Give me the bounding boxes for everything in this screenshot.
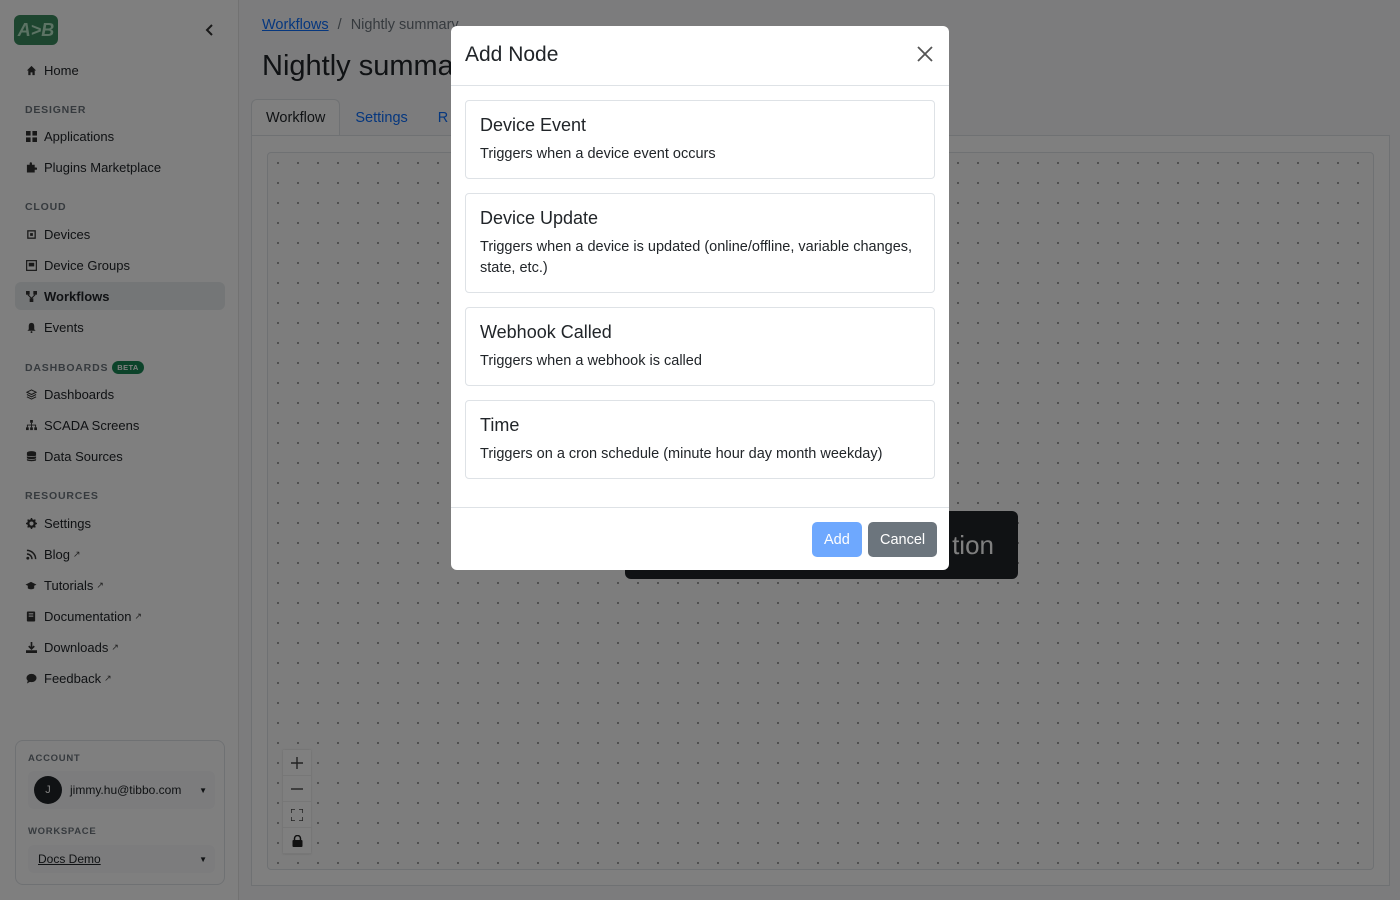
modal-title: Add Node <box>465 43 559 66</box>
option-title: Device Update <box>480 208 599 228</box>
node-option-device-event[interactable]: Device Event Triggers when a device even… <box>465 100 935 179</box>
add-node-modal: Add Node Device Event Triggers when a de… <box>451 26 949 570</box>
close-icon <box>917 46 933 62</box>
node-option-device-update[interactable]: Device Update Triggers when a device is … <box>465 193 935 293</box>
cancel-button[interactable]: Cancel <box>868 522 938 557</box>
node-option-time[interactable]: Time Triggers on a cron schedule (minute… <box>465 400 935 479</box>
option-description: Triggers when a device event occurs <box>480 146 716 162</box>
option-description: Triggers when a webhook is called <box>480 353 702 369</box>
option-description: Triggers on a cron schedule (minute hour… <box>480 446 883 462</box>
modal-footer: Add Cancel <box>451 507 949 570</box>
option-title: Device Event <box>480 115 587 135</box>
close-button[interactable] <box>915 44 937 66</box>
modal-header: Add Node <box>451 26 949 86</box>
option-title: Time <box>480 415 520 435</box>
node-option-webhook-called[interactable]: Webhook Called Triggers when a webhook i… <box>465 307 935 386</box>
option-description: Triggers when a device is updated (onlin… <box>480 239 913 276</box>
option-title: Webhook Called <box>480 322 612 342</box>
add-button[interactable]: Add <box>812 522 862 557</box>
